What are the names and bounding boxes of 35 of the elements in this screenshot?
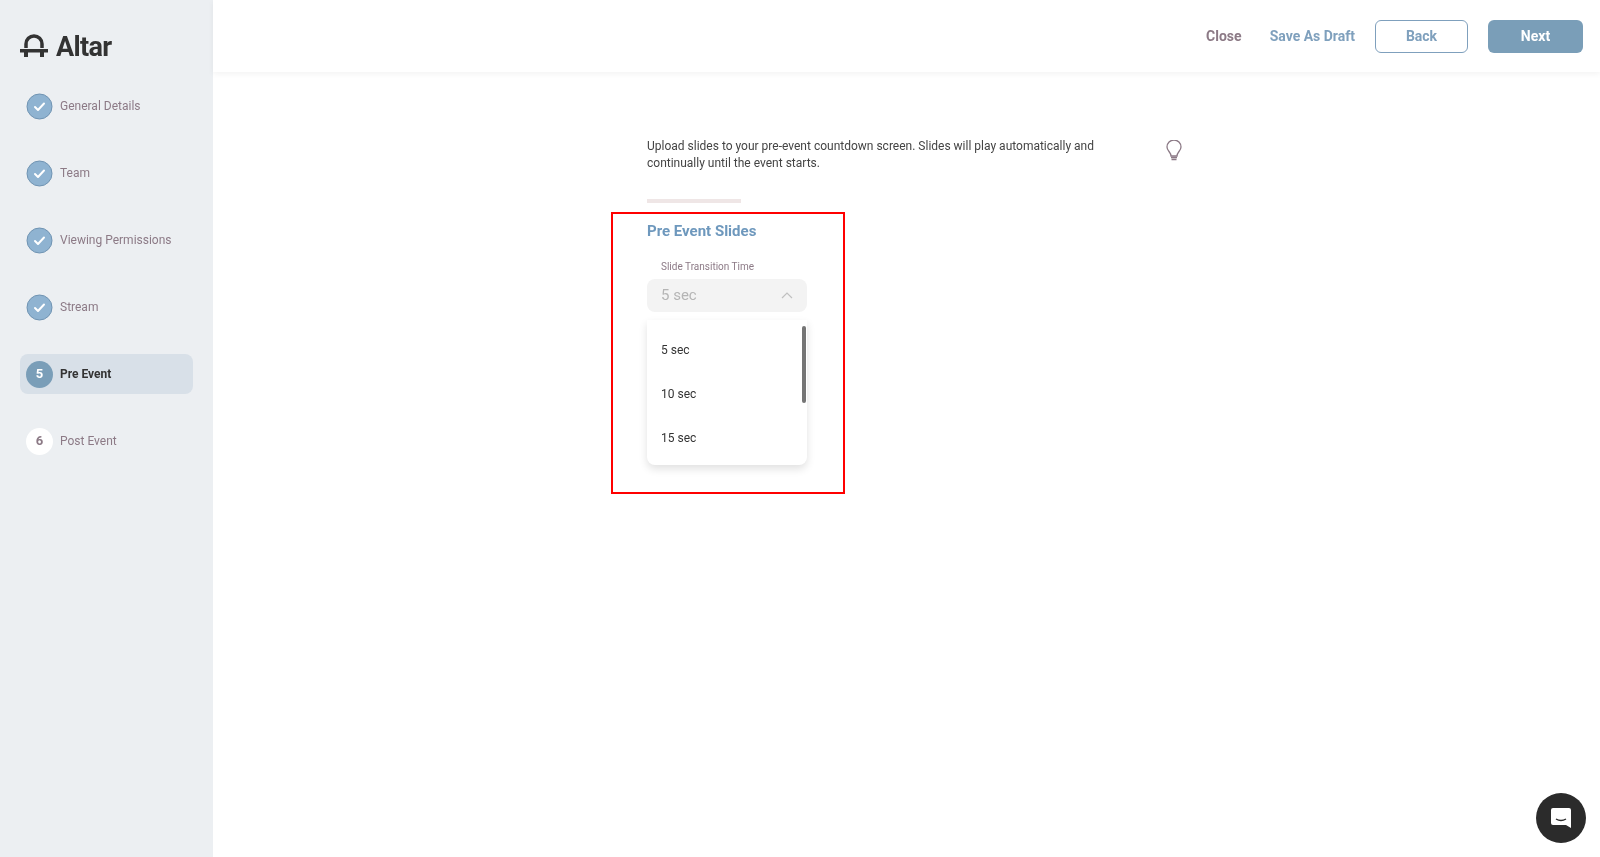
step-label: Post Event — [60, 433, 117, 450]
intro-text: Upload slides to your pre-event countdown screen. Slides will play automatically and continually until the event starts. — [647, 138, 1095, 172]
step-number: 6 — [26, 427, 53, 455]
section-title: Pre Event Slides — [647, 221, 758, 242]
back-button[interactable]: Back — [1375, 19, 1468, 53]
step-item[interactable]: 5 Pre Event — [20, 354, 193, 394]
lightbulb-icon — [1166, 140, 1182, 162]
close-button[interactable]: Close — [1206, 25, 1242, 47]
next-button[interactable]: Next — [1488, 19, 1583, 53]
check-circle-icon — [26, 159, 53, 187]
step-item[interactable]: 6 Post Event — [20, 421, 193, 461]
field-label: Slide Transition Time — [661, 259, 756, 274]
logo-icon — [20, 34, 48, 60]
step-item[interactable]: Viewing Permissions — [20, 220, 193, 260]
chat-button[interactable] — [1536, 793, 1586, 843]
step-number: 5 — [26, 360, 53, 388]
dropdown-option[interactable]: 10 sec — [647, 371, 807, 416]
scrollbar[interactable] — [802, 325, 806, 403]
check-circle-icon — [26, 226, 53, 254]
step-label: Viewing Permissions — [60, 232, 172, 249]
step-label: Team — [60, 165, 90, 182]
step-label: Stream — [60, 299, 99, 316]
step-item[interactable]: Stream — [20, 287, 193, 327]
check-circle-icon — [26, 92, 53, 120]
logo-text: Altar — [56, 33, 112, 61]
check-circle-icon — [26, 293, 53, 321]
dropdown-option[interactable]: 15 sec — [647, 415, 807, 460]
step-item[interactable]: Team — [20, 153, 193, 193]
chat-icon — [1550, 807, 1572, 829]
save-as-draft-button[interactable]: Save As Draft — [1269, 25, 1355, 47]
dropdown-option[interactable]: 5 sec — [647, 327, 807, 372]
step-label: Pre Event — [60, 366, 112, 383]
step-item[interactable]: General Details — [20, 86, 193, 126]
step-label: General Details — [60, 98, 141, 115]
transition-time-select[interactable]: 5 sec — [647, 278, 807, 312]
